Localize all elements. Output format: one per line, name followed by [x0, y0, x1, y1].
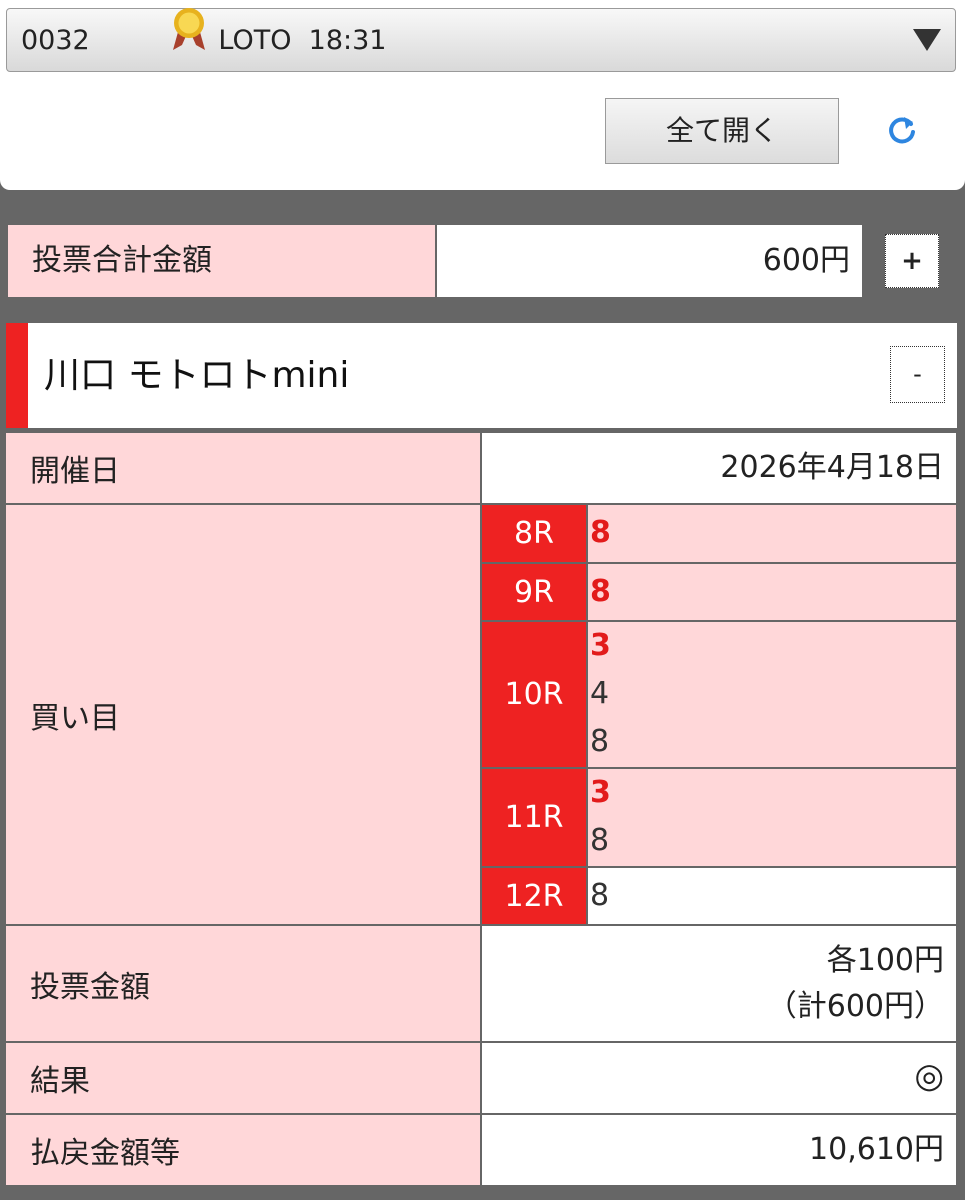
race-9r-label: 9R — [482, 564, 586, 620]
payout-label: 払戻金額等 — [6, 1115, 480, 1185]
pick-number: 4 — [590, 676, 610, 711]
date-label: 開催日 — [6, 433, 480, 503]
picks-label: 買い目 — [6, 505, 480, 924]
pick-number: 3 — [590, 628, 611, 663]
result-label: 結果 — [6, 1043, 480, 1113]
race-8r-picks: 8 — [588, 505, 956, 562]
pick-number: 3 — [590, 775, 611, 810]
total-bet-value: 600円 — [437, 225, 862, 297]
race-10r-label: 10R — [482, 622, 586, 767]
race-8r-label: 8R — [482, 505, 586, 562]
total-bet-label: 投票合計金額 — [8, 225, 435, 297]
ticket-selector[interactable]: 0032 LOTO 18:31 — [6, 8, 956, 72]
payout-value: 10,610円 — [482, 1115, 956, 1185]
pick-number: 8 — [590, 724, 610, 759]
race-header: 川口 モトロトmini - — [6, 323, 957, 428]
pick-number: 8 — [590, 515, 611, 550]
game-name: LOTO — [218, 25, 292, 56]
bet-amount-value: 各100円 （計600円） — [482, 926, 956, 1041]
open-all-button[interactable]: 全て開く — [605, 98, 839, 164]
race-12r-label: 12R — [482, 868, 586, 924]
triangle-down-icon[interactable] — [913, 29, 941, 51]
refresh-icon[interactable] — [884, 112, 920, 148]
pick-number: 8 — [590, 574, 611, 609]
result-value: ◎ — [482, 1043, 956, 1113]
race-12r-picks: 8 — [588, 868, 956, 924]
race-title: 川口 モトロトmini — [44, 355, 350, 396]
race-accent-bar — [6, 323, 28, 428]
date-value: 2026年4月18日 — [482, 433, 956, 503]
bet-amount-label: 投票金額 — [6, 926, 480, 1041]
pick-number: 8 — [590, 823, 610, 858]
bet-each: 各100円 — [826, 943, 944, 978]
ticket-time: 18:31 — [308, 25, 387, 56]
race-10r-picks: 3 4 8 — [588, 622, 956, 767]
race-9r-picks: 8 — [588, 564, 956, 620]
race-11r-label: 11R — [482, 769, 586, 866]
collapse-button[interactable]: - — [890, 346, 945, 403]
gold-medal-icon — [102, 0, 209, 140]
ticket-selector-text: 0032 LOTO 18:31 — [21, 8, 387, 73]
ticket-id: 0032 — [21, 25, 90, 56]
race-11r-picks: 3 8 — [588, 769, 956, 866]
pick-number: 8 — [590, 878, 610, 913]
top-panel: 0032 LOTO 18:31 全て開く — [0, 0, 965, 190]
bet-total: （計600円） — [766, 989, 944, 1024]
expand-button[interactable]: + — [885, 234, 939, 288]
